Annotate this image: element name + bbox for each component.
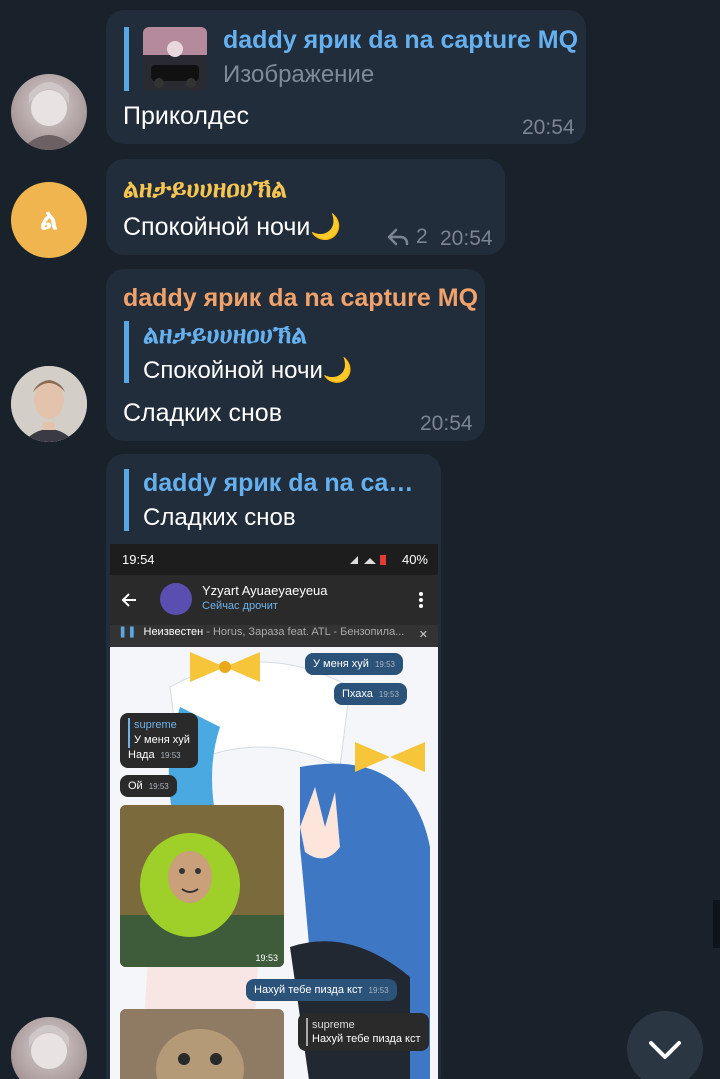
- close-icon: ✕: [418, 629, 428, 641]
- pause-icon: ❚❚: [118, 626, 137, 638]
- image-photo-bubble: 19:53: [120, 805, 284, 967]
- image-status-battery: 40%: [401, 552, 428, 567]
- image-photo-time: 19:53: [255, 953, 278, 963]
- scroll-edge: [713, 900, 720, 948]
- image-bubble: У меня хуй 19:53: [305, 653, 403, 675]
- reply-text: Спокойной ночи🌙: [143, 357, 353, 384]
- reply-count[interactable]: 2: [386, 225, 428, 249]
- image-photo-bubble-2: [120, 1009, 284, 1079]
- image-player-track: - Horus, Зараза feat. ATL - Бензопила...: [203, 626, 405, 638]
- image-bubble-text: Ой: [128, 780, 143, 792]
- image-status-time: 19:54: [122, 552, 155, 567]
- image-bubble-reply-author: supreme: [312, 1019, 355, 1031]
- avatar-image: [29, 1025, 69, 1069]
- message-bubble[interactable]: daddy ярик da na capture MQ ልዘታይሀሀዘዐሀኽል …: [106, 269, 485, 441]
- image-chat-avatar: [160, 583, 192, 615]
- image-bubble-text: Нахуй тебе пизда кст: [254, 984, 363, 996]
- reply-arrow-icon: [387, 228, 409, 246]
- image-bubble-time: 19:53: [148, 782, 169, 791]
- image-bubble-time: 19:53: [374, 660, 395, 669]
- image-bubble: Нахуй тебе пизда кст 19:53: [246, 979, 397, 1001]
- avatar-image: [11, 366, 87, 442]
- scroll-down-button[interactable]: [627, 1011, 703, 1079]
- message-text: Сладких снов: [123, 399, 282, 427]
- image-bubble-time: 19:53: [368, 986, 389, 995]
- message-author[interactable]: ልዘታይሀሀዘዐሀኽል: [123, 175, 287, 204]
- message-bubble[interactable]: daddy ярик da na capture MQ Изображение …: [106, 10, 586, 144]
- reply-subtitle: Изображение: [223, 61, 375, 88]
- image-status-bar: 19:54 40%: [110, 544, 438, 575]
- image-chat-status: Сейчас дрочит: [202, 600, 278, 612]
- image-player-title: Неизвестен: [143, 626, 204, 638]
- reply-author: daddy ярик da na capt…: [143, 469, 424, 497]
- meme-photo-2: [120, 1009, 284, 1079]
- image-bubble-time: 19:53: [160, 751, 181, 760]
- avatar[interactable]: [11, 74, 87, 150]
- image-bubble: Ой 19:53: [120, 775, 177, 797]
- image-bubble: Пхаха 19:53: [334, 683, 407, 705]
- reply-preview[interactable]: [124, 27, 207, 91]
- avatar-letter: ል: [40, 203, 58, 235]
- image-chat-name: Yzyart Ayuaeyaeyeua: [202, 583, 328, 598]
- reply-author: ልዘታይሀሀዘዐሀኽል: [143, 321, 308, 349]
- avatar[interactable]: [11, 366, 87, 442]
- image-bubble: supreme У меня хуй Нада 19:53: [120, 713, 198, 768]
- avatar[interactable]: [11, 1017, 87, 1079]
- reply-preview[interactable]: daddy ярик da na capt… Сладких снов: [124, 469, 424, 531]
- message-time: 20:54: [440, 227, 493, 250]
- message-text: Приколдес: [123, 102, 249, 130]
- chevron-down-icon: [649, 1041, 681, 1059]
- image-bubble-reply-text: Нахуй тебе пизда кст: [312, 1033, 421, 1045]
- image-status-icons: [348, 554, 388, 565]
- image-bubble-text: Нада: [128, 749, 155, 761]
- image-bubble-text: Пхаха: [342, 688, 373, 700]
- image-bubble-text: У меня хуй: [313, 658, 369, 670]
- image-bubble-time: 19:53: [378, 690, 399, 699]
- reply-thumbnail: [143, 27, 207, 91]
- image-bubble: supreme Нахуй тебе пизда кст: [298, 1013, 429, 1051]
- image-bubble-reply-author: supreme: [134, 719, 177, 731]
- message-time: 20:54: [420, 412, 473, 435]
- image-music-player: ❚❚ Неизвестен - Horus, Зараза feat. ATL …: [110, 625, 438, 647]
- reply-text: Сладких снов: [143, 504, 296, 531]
- image-chat-header: Yzyart Ayuaeyaeyeua Сейчас дрочит: [110, 575, 438, 625]
- message-image[interactable]: 19:54 40% Yzyart Ayuaeyaeyeua Сейчас дро…: [110, 544, 438, 1079]
- image-chat-background: У меня хуй 19:53 Пхаха 19:53 supreme У мен…: [110, 647, 438, 1079]
- message-time: 20:54: [522, 116, 575, 139]
- message-text: Спокойной ночи🌙: [123, 213, 342, 241]
- back-arrow-icon: [121, 593, 136, 607]
- reply-preview[interactable]: ልዘታይሀሀዘዐሀኽል Спокойной ночи🌙: [124, 321, 353, 384]
- image-bubble-reply-text: У меня хуй: [134, 734, 190, 746]
- message-bubble[interactable]: ልዘታይሀሀዘዐሀኽል Спокойной ночи🌙 2 20:54: [106, 159, 505, 255]
- avatar-image: [21, 82, 77, 150]
- reply-count-value: 2: [416, 225, 428, 248]
- message-author[interactable]: daddy ярик da na capture MQ: [123, 284, 478, 313]
- meme-photo: [120, 805, 284, 967]
- avatar[interactable]: ል: [11, 182, 87, 258]
- more-vertical-icon: [419, 592, 423, 608]
- reply-author: daddy ярик da na capture MQ: [223, 26, 579, 54]
